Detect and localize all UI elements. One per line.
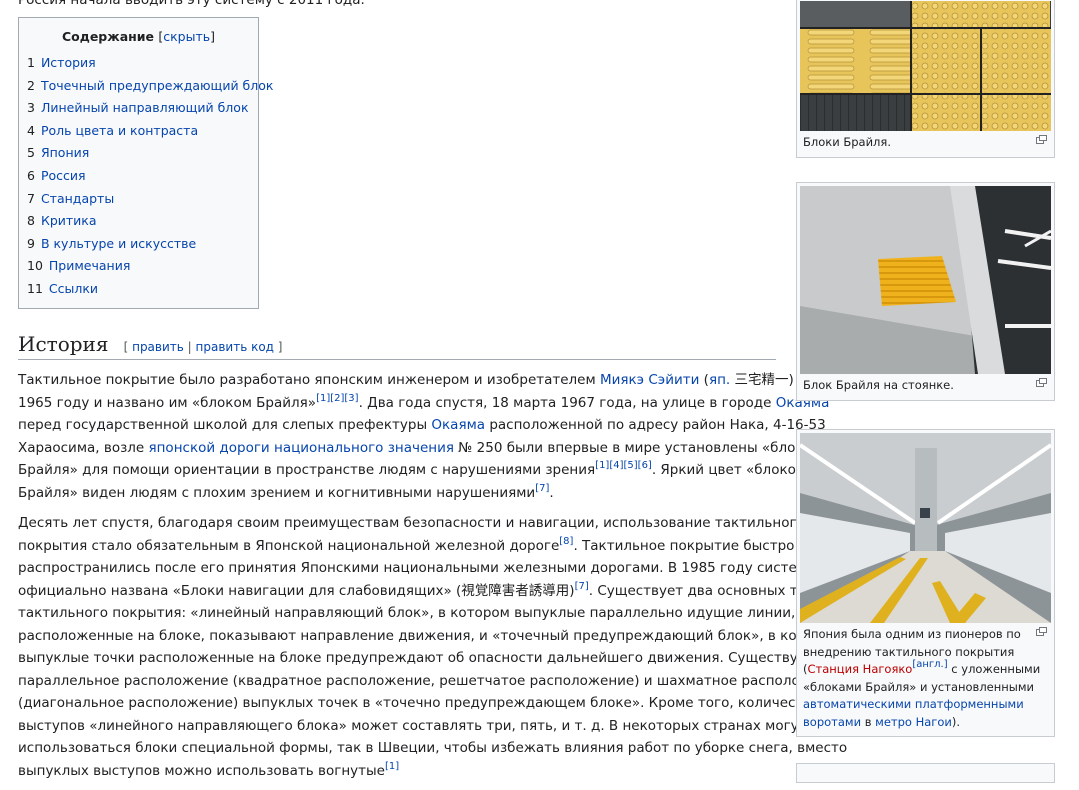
toc-item-number: 3 [27, 100, 35, 116]
table-of-contents: Содержание [скрыть] 1 История 2 Точечный пр… [18, 17, 273, 309]
braille-blocks-photo[interactable] [800, 1, 1051, 131]
toc-item[interactable]: 3 Линейный направляющий блок [27, 97, 258, 120]
reference-link[interactable]: [1][2][3] [316, 393, 359, 404]
thumbnail-parking-braille-block: Блок Брайля на стоянке. [796, 182, 1055, 401]
toc-item-number: 10 [27, 258, 43, 274]
thumbnail-next-clipped [796, 763, 1055, 783]
toc-hide-control: [скрыть] [158, 29, 216, 44]
previous-paragraph-fragment: Россия начала вводить эту систему с 2011… [18, 0, 365, 8]
toc-item-number: 4 [27, 122, 35, 138]
toc-item[interactable]: 9 В культуре и искусстве [27, 233, 258, 256]
link-nagoya-metro[interactable]: метро Нагои [875, 715, 952, 729]
toc-item-link[interactable]: В культуре и искусстве [41, 236, 196, 251]
reference-link[interactable]: [1] [385, 761, 399, 772]
paragraph-1: Тактильное покрытие было разработано япо… [18, 372, 830, 501]
toc-item[interactable]: 8 Критика [27, 210, 258, 233]
toc-item-number: 7 [27, 190, 35, 206]
edit-section-links: [ править | править код ] [123, 340, 283, 354]
toc-item-link[interactable]: Япония [41, 145, 89, 160]
toc-item-link[interactable]: Критика [41, 213, 97, 228]
toc-item[interactable]: 10 Примечания [27, 255, 258, 278]
thumbnail-caption: Блоки Брайля. [800, 131, 1051, 154]
toc-item-link[interactable]: История [41, 55, 96, 70]
link-miyake-seiichi[interactable]: Миякэ Сэйити [600, 372, 699, 388]
toc-item-link[interactable]: Россия [41, 168, 86, 183]
link-platform-gates[interactable]: воротами [803, 715, 861, 729]
toc-item-number: 9 [27, 235, 35, 251]
toc-item-number: 5 [27, 145, 35, 161]
link-okayama-prefecture[interactable]: Окаяма [431, 417, 485, 433]
paragraph-2: Десять лет спустя, благодаря своим преим… [18, 515, 856, 779]
toc-item-link[interactable]: Стандарты [41, 191, 114, 206]
parking-braille-photo[interactable] [800, 186, 1051, 374]
edit-source-link[interactable]: править код [196, 340, 274, 354]
reference-link[interactable]: [7] [535, 483, 549, 494]
toc-item[interactable]: 5 Япония [27, 142, 258, 165]
thumbnail-caption: Япония была одним из пионеров по внедрен… [800, 623, 1051, 733]
toc-header: Содержание [скрыть] [19, 28, 258, 46]
section-title: История [18, 332, 109, 356]
toc-item-number: 6 [27, 167, 35, 183]
thumbnail-braille-blocks: Блоки Брайля. [796, 0, 1055, 158]
toc-item-number: 2 [27, 77, 35, 93]
reference-link[interactable]: [7] [575, 581, 589, 592]
toc-item[interactable]: 1 История [27, 52, 258, 75]
link-japanese-language[interactable]: яп. [709, 372, 730, 388]
toc-item[interactable]: 6 Россия [27, 165, 258, 188]
toc-title: Содержание [61, 29, 154, 44]
toc-item-link[interactable]: Примечания [49, 258, 130, 273]
reference-link[interactable]: [8] [559, 536, 573, 547]
reference-link[interactable]: [1][4][5][6] [595, 460, 652, 471]
toc-hide-link[interactable]: скрыть [163, 29, 210, 44]
thumbnail-caption: Блок Брайля на стоянке. [800, 374, 1051, 397]
toc-item-link[interactable]: Линейный направляющий блок [41, 100, 249, 115]
magnify-icon[interactable] [1036, 135, 1047, 144]
toc-item-link[interactable]: Роль цвета и контраста [41, 123, 198, 138]
toc-list: 1 История 2 Точечный предупреждающий блок 3 Л… [27, 52, 273, 301]
toc-item[interactable]: 7 Стандарты [27, 188, 258, 211]
toc-item-link[interactable]: Ссылки [49, 281, 98, 296]
magnify-icon[interactable] [1036, 378, 1047, 387]
nagoyako-station-photo[interactable] [800, 433, 1051, 623]
toc-item[interactable]: 2 Точечный предупреждающий блок [27, 75, 273, 98]
magnify-icon[interactable] [1036, 627, 1047, 636]
toc-item-number: 8 [27, 213, 35, 229]
edit-section-link[interactable]: править [132, 340, 184, 354]
toc-item-number: 11 [27, 280, 43, 296]
toc-item-number: 1 [27, 55, 35, 70]
toc-item[interactable]: 4 Роль цвета и контраста [27, 120, 258, 143]
section-heading-history: История [ править | править код ] [18, 330, 776, 360]
thumbnail-nagoyako-station: Япония была одним из пионеров по внедрен… [796, 429, 1055, 737]
link-english-article[interactable]: [англ.] [912, 659, 947, 670]
toc-item-link[interactable]: Точечный предупреждающий блок [41, 78, 274, 93]
article-body: Тактильное покрытие было разработано япо… [18, 369, 856, 790]
link-nagoyako-station[interactable]: Станция Нагояко [808, 662, 913, 676]
toc-item[interactable]: 11 Ссылки [27, 278, 258, 301]
link-national-road[interactable]: японской дороги национального значения [148, 440, 454, 456]
link-platform-screen-doors[interactable]: автоматическими платформенными [803, 697, 1024, 711]
